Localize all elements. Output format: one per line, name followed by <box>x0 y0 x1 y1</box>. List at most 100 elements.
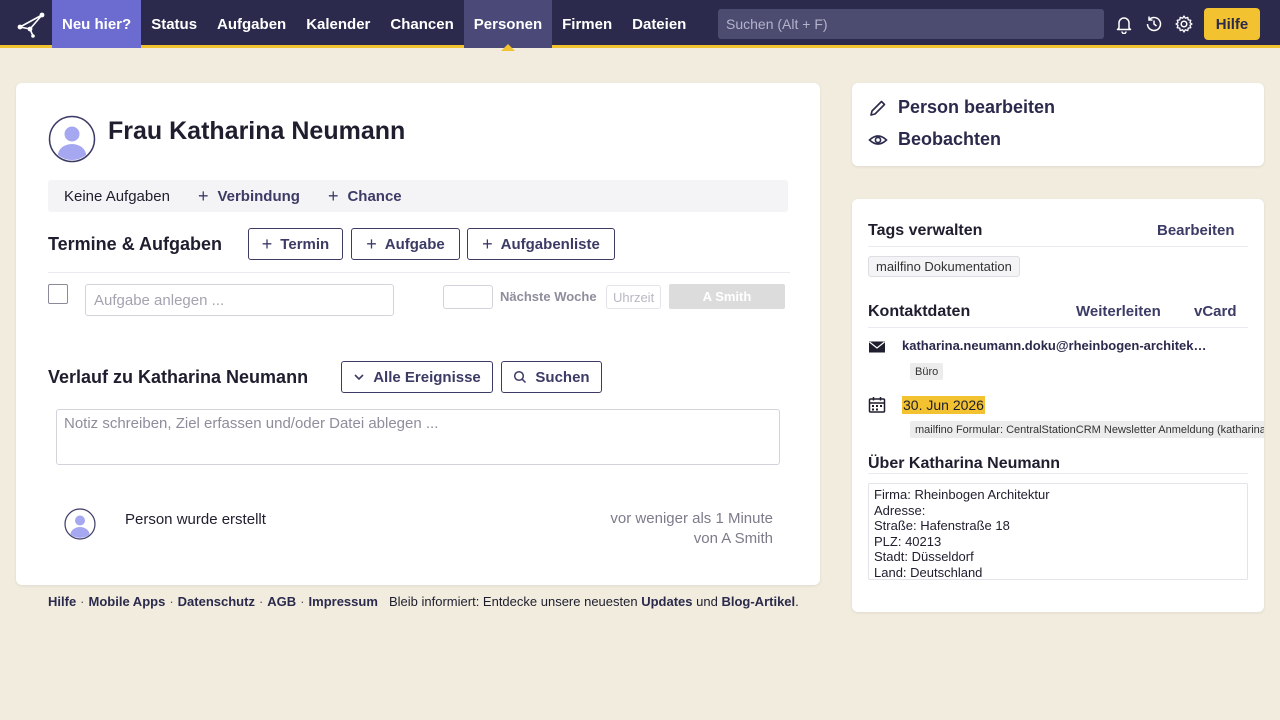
footer-links: Hilfe · Mobile Apps · Datenschutz · AGB · Impres… <box>48 594 378 609</box>
contact-date: 30. Jun 2026 <box>902 396 985 414</box>
page-title: Frau Katharina Neumann <box>108 117 406 145</box>
task-time-input[interactable]: Uhrzeit <box>606 285 661 309</box>
nav-personen[interactable]: Personen <box>463 0 553 51</box>
assignee-button[interactable]: A Smith <box>669 284 785 309</box>
next-week-link[interactable]: Nächste Woche <box>500 289 597 304</box>
nav-chancen[interactable]: Chancen <box>380 0 463 48</box>
envelope-icon <box>869 341 885 353</box>
add-task-label: Aufgabe <box>384 235 445 253</box>
history-event-time: vor weniger als 1 Minute von A Smith <box>610 509 773 549</box>
footer-and: und <box>696 594 718 609</box>
add-connection-button[interactable]: + Verbindung <box>198 186 300 207</box>
about-company: Firma: Rheinbogen Architektur <box>874 487 1050 502</box>
edit-person-button[interactable]: Person bearbeiten <box>868 97 1055 118</box>
pencil-icon <box>870 100 886 116</box>
avatar <box>64 508 96 540</box>
footer-link-terms[interactable]: AGB <box>267 594 296 609</box>
divider <box>868 327 1248 328</box>
add-appointment-label: Termin <box>280 235 330 253</box>
top-navigation: Neu hier? Status Aufgaben Kalender Chanc… <box>0 0 1280 51</box>
divider <box>868 473 1248 474</box>
forward-link[interactable]: Weiterleiten <box>1076 303 1161 320</box>
person-main-card: Frau Katharina Neumann Keine Aufgaben + V… <box>16 83 820 585</box>
history-search-button[interactable]: Suchen <box>501 361 602 393</box>
event-filter-dropdown[interactable]: Alle Ereignisse <box>341 361 493 393</box>
edit-person-label: Person bearbeiten <box>898 97 1056 117</box>
add-chance-button[interactable]: + Chance <box>328 186 402 207</box>
watch-person-button[interactable]: Beobachten <box>868 129 1001 150</box>
about-address: Adresse: <box>874 502 926 518</box>
eye-icon <box>868 134 888 145</box>
history-event-time-line1: vor weniger als 1 Minute <box>610 510 773 527</box>
nav-aufgaben[interactable]: Aufgaben <box>207 0 296 48</box>
tags-title: Tags verwalten <box>868 222 983 239</box>
plus-icon: + <box>197 185 209 206</box>
search-icon <box>514 370 527 384</box>
footer-link-blog[interactable]: Blog-Artikel <box>721 594 795 609</box>
avatar <box>48 115 96 163</box>
edit-tags-link[interactable]: Bearbeiten <box>1157 222 1235 239</box>
add-chance-label: Chance <box>347 187 402 205</box>
divider <box>868 246 1248 247</box>
new-task-input[interactable] <box>85 284 394 316</box>
plus-icon: + <box>261 233 273 254</box>
add-connection-label: Verbindung <box>217 187 300 205</box>
email-link[interactable]: katharina.neumann.doku@rheinbogen-archit… <box>902 338 1208 353</box>
nav-kalender[interactable]: Kalender <box>296 0 380 48</box>
date-source-badge: mailfino Formular: CentralStationCRM New… <box>910 421 1264 438</box>
search-input[interactable] <box>718 9 1104 39</box>
nav-status[interactable]: Status <box>141 0 207 48</box>
contact-title: Kontaktdaten <box>868 303 971 320</box>
chevron-down-icon <box>354 374 364 381</box>
history-icon[interactable] <box>1144 14 1164 34</box>
about-country: Land: Deutschland <box>874 564 983 580</box>
help-button[interactable]: Hilfe <box>1204 8 1260 40</box>
watch-person-label: Beobachten <box>898 129 1002 149</box>
main-menu: Neu hier? Status Aufgaben Kalender Chanc… <box>52 0 696 51</box>
footer-dot: . <box>795 594 799 609</box>
task-checkbox[interactable] <box>48 284 68 304</box>
logo-icon[interactable] <box>16 10 46 38</box>
about-title: Über Katharina Neumann <box>868 455 1061 472</box>
footer-link-help[interactable]: Hilfe <box>48 594 76 609</box>
vcard-link[interactable]: vCard <box>1194 303 1237 320</box>
footer-link-imprint[interactable]: Impressum <box>309 594 378 609</box>
about-zip: PLZ: 40213 <box>874 533 942 549</box>
footer-info-text: Bleib informiert: Entdecke unsere neuest… <box>389 594 638 609</box>
bell-icon[interactable] <box>1114 14 1134 34</box>
plus-icon: + <box>366 233 377 254</box>
tasks-section-title: Termine & Aufgaben <box>48 234 223 254</box>
add-tasklist-button[interactable]: + Aufgabenliste <box>467 228 615 260</box>
history-event-time-line2: von A Smith <box>693 530 773 547</box>
footer-link-privacy[interactable]: Datenschutz <box>178 594 255 609</box>
person-details-card: Tags verwalten Bearbeiten mailfino Dokum… <box>852 199 1264 612</box>
email-type-badge: Büro <box>910 363 944 380</box>
footer-link-updates[interactable]: Updates <box>641 594 692 609</box>
footer-link-mobile-apps[interactable]: Mobile Apps <box>89 594 166 609</box>
calendar-icon <box>868 397 886 413</box>
plus-icon: + <box>482 233 493 254</box>
note-input[interactable]: Notiz schreiben, Ziel erfassen und/oder … <box>56 409 780 465</box>
about-city: Stadt: Düsseldorf <box>874 549 974 564</box>
event-filter-label: Alle Ereignisse <box>373 368 481 386</box>
nav-firmen[interactable]: Firmen <box>552 0 622 48</box>
history-event-text: Person wurde erstellt <box>125 511 266 528</box>
about-text-box[interactable]: Firma: Rheinbogen Architektur Adresse: S… <box>868 483 1248 580</box>
person-actions-card: Person bearbeiten Beobachten <box>852 83 1264 166</box>
no-tasks-label: Keine Aufgaben <box>64 187 170 205</box>
tag-badge[interactable]: mailfino Dokumentation <box>868 256 1020 277</box>
add-tasklist-label: Aufgabenliste <box>500 235 600 253</box>
add-task-button[interactable]: + Aufgabe <box>351 228 460 260</box>
plus-icon: + <box>327 185 339 206</box>
task-date-input[interactable] <box>443 285 493 309</box>
divider <box>48 272 790 273</box>
footer-info: Bleib informiert: Entdecke unsere neuest… <box>389 594 799 609</box>
add-appointment-button[interactable]: + Termin <box>248 228 343 260</box>
history-section-title: Verlauf zu Katharina Neumann <box>48 367 309 387</box>
nav-new-here[interactable]: Neu hier? <box>52 0 142 48</box>
quick-actions-bar: Keine Aufgaben + Verbindung + Chance <box>48 180 788 212</box>
history-search-label: Suchen <box>535 368 590 386</box>
about-street: Straße: Hafenstraße 18 <box>874 518 1010 533</box>
gear-icon[interactable] <box>1174 14 1194 34</box>
nav-dateien[interactable]: Dateien <box>622 0 696 48</box>
